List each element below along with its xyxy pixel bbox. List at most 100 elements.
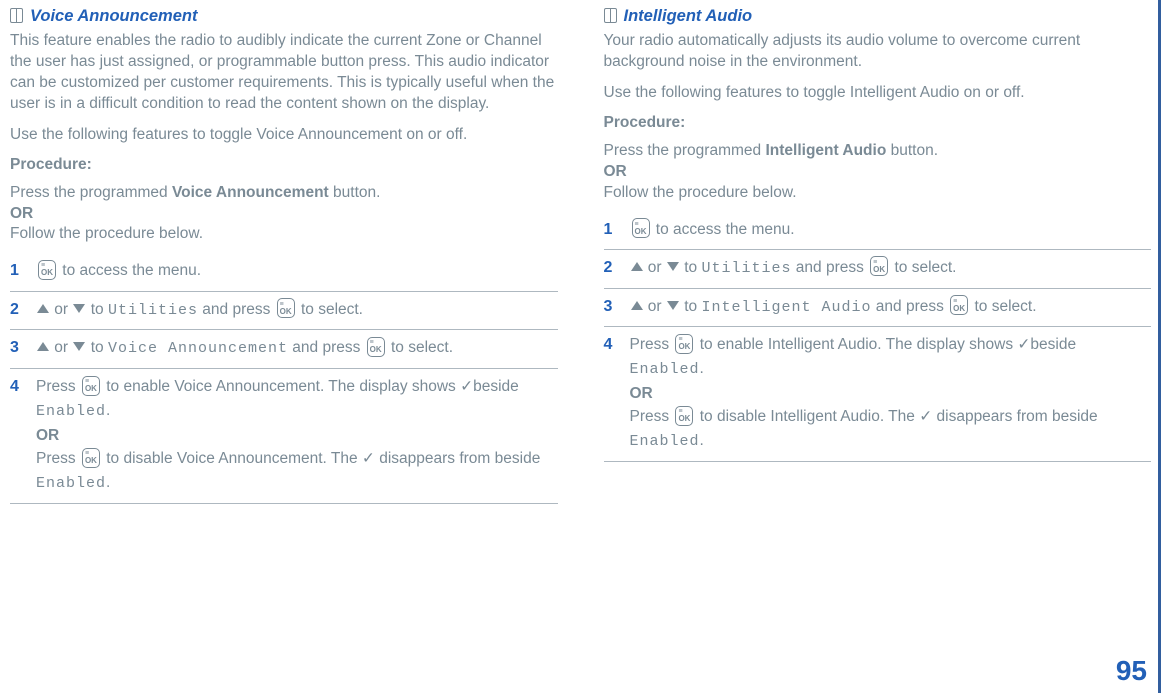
int-audio-desc-2: Use the following features to toggle Int… xyxy=(604,83,1152,104)
heading-text: Voice Announcement xyxy=(30,7,197,25)
arrow-up-icon xyxy=(37,304,49,313)
page-number: 95 xyxy=(1116,655,1147,687)
step-number: 1 xyxy=(10,259,36,283)
text: to xyxy=(680,298,702,315)
ok-button-icon: ≡OK xyxy=(38,260,56,280)
text: Follow the procedure below. xyxy=(604,184,797,201)
text: or xyxy=(50,301,72,318)
alt-method: Press the programmed Voice Announcement … xyxy=(10,183,558,246)
step-row: 4 Press ≡OK to enable Intelligent Audio.… xyxy=(604,327,1152,461)
heading-text: Intelligent Audio xyxy=(624,7,753,25)
text: beside xyxy=(473,378,519,395)
book-icon xyxy=(604,8,617,23)
text: Press the programmed xyxy=(604,142,766,159)
text: . xyxy=(700,360,704,377)
text: to select. xyxy=(297,301,363,318)
or-label: OR xyxy=(10,204,558,225)
or-label: OR xyxy=(604,162,1152,183)
menu-item: Intelligent Audio xyxy=(701,299,871,316)
ok-button-icon: ≡OK xyxy=(675,406,693,426)
ok-button-icon: ≡OK xyxy=(367,337,385,357)
step-content: or to Intelligent Audio and press ≡OK to… xyxy=(630,295,1152,320)
arrow-down-icon xyxy=(73,304,85,313)
step-row: 2 or to Utilities and press ≡OK to selec… xyxy=(10,292,558,331)
text: and press xyxy=(198,301,275,318)
step-content: or to Utilities and press ≡OK to select. xyxy=(630,256,1152,281)
menu-item: Utilities xyxy=(701,260,791,277)
text: and press xyxy=(288,339,365,356)
step-row: 3 or to Voice Announcement and press ≡OK… xyxy=(10,330,558,369)
step-number: 4 xyxy=(10,375,36,495)
text: Follow the procedure below. xyxy=(10,225,203,242)
text: . xyxy=(106,474,110,491)
text: to select. xyxy=(970,298,1036,315)
step-row: 1 ≡OK to access the menu. xyxy=(604,212,1152,250)
arrow-down-icon xyxy=(73,342,85,351)
step-content: ≡OK to access the menu. xyxy=(36,259,558,283)
text: Press xyxy=(630,408,674,425)
step-row: 3 or to Intelligent Audio and press ≡OK … xyxy=(604,289,1152,328)
text: to select. xyxy=(890,259,956,276)
step-row: 4 Press ≡OK to enable Voice Announcement… xyxy=(10,369,558,503)
arrow-down-icon xyxy=(667,262,679,271)
ok-button-icon: ≡OK xyxy=(675,334,693,354)
voice-announcement-heading: Voice Announcement xyxy=(10,7,558,26)
voice-ann-desc-2: Use the following features to toggle Voi… xyxy=(10,125,558,146)
text: to enable Intelligent Audio. The display… xyxy=(695,336,1017,353)
menu-item: Enabled xyxy=(36,475,106,492)
arrow-up-icon xyxy=(631,262,643,271)
text: to xyxy=(86,301,108,318)
text: disappears from beside xyxy=(932,408,1097,425)
text: button. xyxy=(329,184,381,201)
step-number: 3 xyxy=(604,295,630,320)
text: Press xyxy=(36,450,80,467)
check-icon: ✓ xyxy=(1017,336,1030,353)
text: or xyxy=(644,298,666,315)
alt-method: Press the programmed Intelligent Audio b… xyxy=(604,141,1152,204)
text: Press the programmed xyxy=(10,184,172,201)
ok-button-icon: ≡OK xyxy=(277,298,295,318)
text: to xyxy=(680,259,702,276)
text: Press xyxy=(630,336,674,353)
check-icon: ✓ xyxy=(362,450,375,467)
voice-ann-desc-1: This feature enables the radio to audibl… xyxy=(10,31,558,115)
text: or xyxy=(50,339,72,356)
step-content: or to Voice Announcement and press ≡OK t… xyxy=(36,336,558,361)
arrow-up-icon xyxy=(37,342,49,351)
procedure-label: Procedure: xyxy=(10,156,558,174)
text: to access the menu. xyxy=(652,221,795,238)
text: to enable Voice Announcement. The displa… xyxy=(102,378,460,395)
book-icon xyxy=(10,8,23,23)
step-number: 4 xyxy=(604,333,630,453)
button-name: Voice Announcement xyxy=(172,184,329,201)
step-number: 1 xyxy=(604,218,630,242)
ok-button-icon: ≡OK xyxy=(82,448,100,468)
text: beside xyxy=(1030,336,1076,353)
text: to xyxy=(86,339,108,356)
or-label: OR xyxy=(36,424,558,448)
ok-button-icon: ≡OK xyxy=(870,256,888,276)
text: or xyxy=(644,259,666,276)
text: disappears from beside xyxy=(375,450,540,467)
menu-item: Voice Announcement xyxy=(108,340,288,357)
procedure-label: Procedure: xyxy=(604,114,1152,132)
text: to select. xyxy=(387,339,453,356)
step-content: ≡OK to access the menu. xyxy=(630,218,1152,242)
step-content: or to Utilities and press ≡OK to select. xyxy=(36,298,558,323)
step-number: 3 xyxy=(10,336,36,361)
menu-item: Enabled xyxy=(630,433,700,450)
int-audio-desc-1: Your radio automatically adjusts its aud… xyxy=(604,31,1152,73)
or-label: OR xyxy=(630,382,1152,406)
step-content: Press ≡OK to enable Intelligent Audio. T… xyxy=(630,333,1152,453)
text: to disable Intelligent Audio. The xyxy=(695,408,919,425)
step-row: 2 or to Utilities and press ≡OK to selec… xyxy=(604,250,1152,289)
text: . xyxy=(700,432,704,449)
text: to access the menu. xyxy=(58,262,201,279)
menu-item: Enabled xyxy=(36,403,106,420)
menu-item: Enabled xyxy=(630,361,700,378)
check-icon: ✓ xyxy=(919,408,932,425)
text: button. xyxy=(886,142,938,159)
button-name: Intelligent Audio xyxy=(765,142,886,159)
check-icon: ✓ xyxy=(460,378,473,395)
step-number: 2 xyxy=(10,298,36,323)
